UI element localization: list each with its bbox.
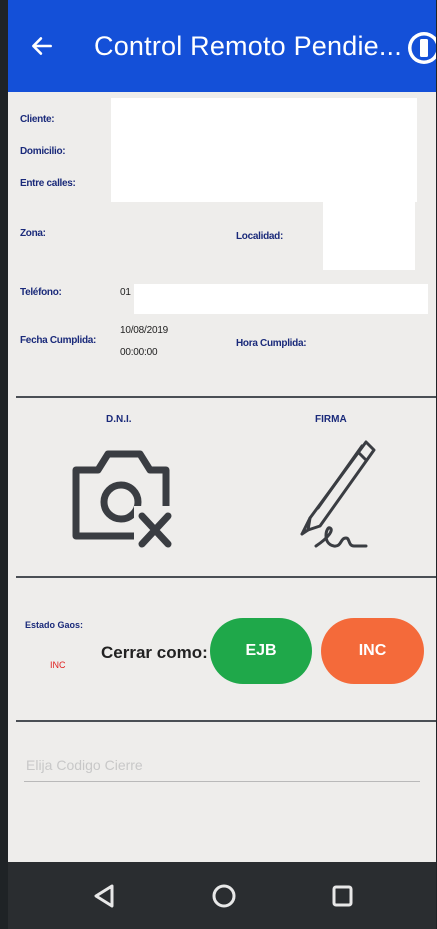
nav-recents-icon bbox=[332, 885, 353, 907]
fecha-cumplida-time: 00:00:00 bbox=[120, 347, 158, 358]
nav-home-icon bbox=[212, 884, 236, 908]
info-icon bbox=[408, 32, 436, 64]
firma-signature-button[interactable] bbox=[288, 434, 380, 558]
cliente-label: Cliente: bbox=[20, 114, 55, 125]
close-as-inc-button[interactable]: INC bbox=[321, 618, 424, 684]
camera-off-icon bbox=[72, 450, 172, 548]
divider bbox=[16, 576, 436, 578]
system-nav-bar bbox=[8, 862, 436, 929]
hora-cumplida-label: Hora Cumplida: bbox=[236, 338, 307, 349]
divider bbox=[16, 396, 436, 398]
zona-label: Zona: bbox=[20, 228, 46, 239]
redacted-localidad bbox=[323, 200, 415, 270]
dni-label: D.N.I. bbox=[106, 414, 132, 425]
info-button[interactable] bbox=[404, 28, 436, 68]
localidad-label: Localidad: bbox=[236, 231, 284, 242]
redacted-telefono bbox=[134, 284, 428, 314]
redacted-client-block bbox=[111, 98, 417, 202]
nav-recents-button[interactable] bbox=[324, 878, 360, 914]
telefono-label: Teléfono: bbox=[20, 287, 62, 298]
estado-gaos-value: INC bbox=[50, 660, 66, 670]
cerrar-como-label: Cerrar como: bbox=[101, 643, 208, 662]
close-as-ejb-button[interactable]: EJB bbox=[210, 618, 312, 684]
back-button[interactable] bbox=[22, 26, 62, 66]
dni-photo-button[interactable] bbox=[68, 440, 178, 556]
app-bar: Control Remoto Pendie... bbox=[8, 0, 436, 92]
fecha-cumplida-date: 10/08/2019 bbox=[120, 325, 169, 336]
codigo-cierre-input[interactable] bbox=[24, 748, 420, 782]
app-screen: Control Remoto Pendie... Cliente: Domici… bbox=[8, 0, 436, 929]
pen-signature-icon bbox=[300, 440, 376, 548]
divider bbox=[16, 720, 436, 722]
domicilio-label: Domicilio: bbox=[20, 146, 66, 157]
nav-back-icon bbox=[94, 884, 114, 908]
telefono-value: 01 bbox=[120, 287, 131, 298]
nav-home-button[interactable] bbox=[206, 878, 242, 914]
entre-calles-label: Entre calles: bbox=[20, 178, 76, 189]
nav-back-button[interactable] bbox=[86, 878, 122, 914]
arrow-left-icon bbox=[32, 37, 52, 55]
page-title: Control Remoto Pendie... bbox=[94, 31, 402, 61]
fecha-cumplida-label: Fecha Cumplida: bbox=[20, 335, 97, 346]
firma-label: FIRMA bbox=[315, 414, 347, 425]
estado-gaos-label: Estado Gaos: bbox=[25, 620, 84, 630]
